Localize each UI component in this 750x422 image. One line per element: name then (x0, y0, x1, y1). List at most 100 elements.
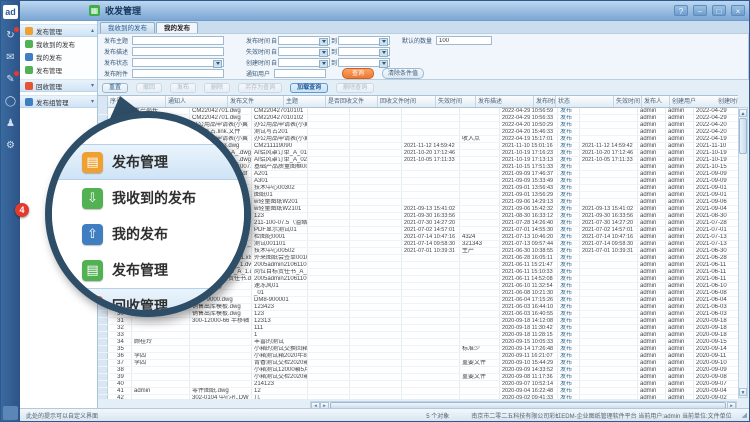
col-recycle-time[interactable]: 回收文件时间 (378, 96, 436, 107)
publish-time-from-select[interactable] (278, 36, 330, 45)
magnified-item-received-publishes[interactable]: ⇩ 我收到的发布 (52, 180, 244, 216)
col-expire-time[interactable]: 失效时间 (436, 96, 476, 107)
edit-icon[interactable]: ✎ (4, 73, 17, 86)
row-selector-gutter[interactable] (98, 360, 108, 366)
row-selector-gutter[interactable] (98, 353, 108, 359)
scroll-down-button[interactable]: ▼ (739, 388, 747, 396)
status-select[interactable] (132, 58, 224, 67)
delete-query-button[interactable]: 删除查询 (336, 83, 374, 93)
expire-time-from-select[interactable] (278, 47, 330, 56)
col-publisher[interactable]: 发布人 (642, 96, 670, 107)
description-input[interactable] (132, 47, 224, 56)
vertical-scroll-thumb[interactable] (739, 118, 747, 154)
row-selector-gutter[interactable] (98, 325, 108, 331)
cell-expire-time (402, 388, 460, 394)
sidebar-item-received-publishes[interactable]: 我收到的发布 (20, 37, 97, 50)
query-button[interactable]: 查询 (342, 68, 374, 79)
table-row[interactable]: 40 214123 2020-09-07 10:52:14 发布 admin a… (98, 381, 738, 388)
publish-time-to-select[interactable] (338, 36, 390, 45)
row-selector-gutter[interactable] (98, 332, 108, 338)
scroll-up-button[interactable]: ▲ (739, 109, 747, 117)
magnified-group-publish-management[interactable]: ▤ 发布管理 (52, 144, 244, 180)
table-row[interactable]: 30 销售出库模板.dwg 123 2021-06-03 16:40:55 发布… (98, 311, 738, 318)
magnified-item-publish-management[interactable]: ▤ 发布管理 (52, 252, 244, 288)
menu-item-label: 发布管理 (36, 26, 62, 36)
resize-grip[interactable]: ◢ (742, 411, 747, 419)
close-button[interactable]: × (731, 5, 745, 16)
col-create-user[interactable]: 创建用户 (670, 96, 716, 107)
table-row[interactable]: 33 1 2020-09-18 11:28:15 发布 admin admin … (98, 332, 738, 339)
app-logo[interactable]: ad (3, 5, 18, 19)
table-row[interactable]: 42 302-0104 中心孔.DW 几 2020-09-02 09:41:33… (98, 395, 738, 399)
mail-icon[interactable]: ✉ (4, 51, 17, 64)
minimize-button[interactable]: – (693, 5, 707, 16)
settings-icon[interactable]: ⚙ (4, 139, 17, 152)
create-time-from-select[interactable] (278, 58, 330, 67)
row-selector-gutter[interactable] (98, 367, 108, 373)
col-recycled[interactable]: 是否回收文件 (326, 96, 378, 107)
cell-index: 39 (108, 374, 132, 380)
row-selector-gutter[interactable] (98, 381, 108, 387)
subject-input[interactable] (132, 36, 224, 45)
table-row[interactable]: 39 小箱测试交检2020箱 重要文件 2020-09-08 11:17:36 … (98, 374, 738, 381)
sidebar-item-my-publishes[interactable]: 我的发布 (20, 50, 97, 63)
table-row[interactable]: 1 生产部长 CM22042701.dwg CM220427010101 202… (98, 108, 738, 115)
table-row[interactable]: 35 小箱的测试交换回箱01 标准少 2020-09-14 17:26:48 发… (98, 346, 738, 353)
tab-received-publishes[interactable]: 我收到的发布 (100, 22, 155, 33)
vertical-scrollbar[interactable]: ▲ ▼ (738, 107, 748, 398)
cell-create-time: 2020-09-09 (694, 367, 738, 373)
reset-button[interactable]: 重置 (102, 83, 128, 93)
row-selector-gutter[interactable] (98, 388, 108, 394)
col-publish-time[interactable]: 发布时间 (534, 96, 556, 107)
sidebar-group-recycle-management[interactable]: 回收管理 ▾ (20, 79, 97, 92)
table-row[interactable]: 38 小箱测试12000箱5月6日 2020-09-09 14:33:52 发布… (98, 367, 738, 374)
sync-icon[interactable]: ↻ (4, 29, 17, 42)
col-notifier[interactable]: 通知人 (166, 96, 228, 107)
default-qty-input[interactable] (436, 36, 492, 45)
row-selector-gutter[interactable] (98, 374, 108, 380)
cell-description (460, 220, 500, 226)
table-row[interactable]: 32 111 2020-09-18 11:30:42 发布 admin admi… (98, 325, 738, 332)
expire-time-to-select[interactable] (338, 47, 390, 56)
col-subject[interactable]: 主题 (284, 96, 326, 107)
cell-notifier (132, 381, 190, 387)
user-icon[interactable]: ♟ (4, 117, 17, 130)
rail-bottom-button[interactable] (3, 406, 18, 420)
cell-recycled (308, 171, 350, 177)
load-query-button[interactable]: 加载查询 (290, 83, 328, 93)
sidebar-group-publish-management[interactable]: 发布管理 ▴ (20, 24, 97, 37)
table-row[interactable]: 37 李四 青香测试交检2020箱 重要文件 2020-09-10 15:44:… (98, 360, 738, 367)
col-description[interactable]: 发布描述 (476, 96, 534, 107)
table-row[interactable]: 34 顾桂玲 丰富的测试 2020-09-15 10:05:33 发布 admi… (98, 339, 738, 346)
table-row[interactable]: 41 admin 零件图纸.dwg 12 2020-09-04 16:22:48… (98, 388, 738, 395)
cell-create-time: 2021-06-08 (694, 290, 738, 296)
row-selector-gutter[interactable] (98, 395, 108, 399)
magnified-item-my-publishes[interactable]: ⇧ 我的发布 (52, 216, 244, 252)
withdraw-button[interactable]: 撤回 (136, 83, 162, 93)
row-selector-gutter[interactable] (98, 346, 108, 352)
delete-button[interactable]: 删除 (204, 83, 230, 93)
attachment-input[interactable] (132, 69, 224, 78)
clear-conditions-button[interactable]: 清除条件值 (382, 68, 424, 79)
sidebar-group-publish-groups[interactable]: 发布组管理 ▾ (20, 95, 97, 108)
col-status[interactable]: 状态 (556, 96, 614, 107)
publish-button[interactable]: 发布 (170, 83, 196, 93)
table-row[interactable]: 36 李四 小箱测试箱2020年8月6日 2020-09-11 16:21:07… (98, 353, 738, 360)
maximize-button[interactable]: □ (712, 5, 726, 16)
notify-user-input[interactable] (274, 69, 326, 78)
save-as-query-button[interactable]: 另存为查询 (238, 83, 282, 93)
col-publish-file[interactable]: 发布文件 (228, 96, 284, 107)
cell-index: 41 (108, 388, 132, 394)
table-row[interactable]: 31 300-12000-66 半移轴 12313 2020-09-18 14:… (98, 318, 738, 325)
create-time-to-select[interactable] (338, 58, 390, 67)
col-expire-time-2[interactable]: 失效时间 (614, 96, 642, 107)
col-create-time[interactable]: 创建时间 (716, 96, 738, 107)
sidebar-item-publish-management[interactable]: 发布管理 (20, 63, 97, 76)
row-selector-gutter[interactable] (98, 339, 108, 345)
help-button[interactable]: ? (674, 5, 688, 16)
tab-my-publishes[interactable]: 我的发布 (156, 22, 198, 33)
row-selector-gutter[interactable] (98, 311, 108, 317)
row-selector-gutter[interactable] (98, 318, 108, 324)
cell-publish-time: 2021-10-19 17:16:23 (500, 150, 558, 156)
circle-icon[interactable]: ◯ (4, 95, 17, 108)
